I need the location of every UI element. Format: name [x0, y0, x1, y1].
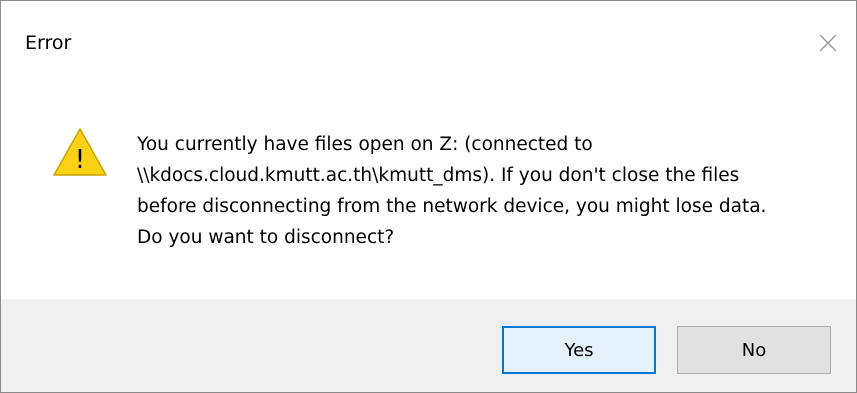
- warning-glyph: !: [75, 145, 85, 175]
- dialog-title: Error: [25, 32, 72, 54]
- yes-button[interactable]: Yes: [502, 326, 656, 374]
- warning-icon: !: [52, 127, 108, 177]
- close-icon: [819, 34, 837, 52]
- dialog-message: You currently have files open on Z: (con…: [137, 134, 767, 248]
- title-bar: Error: [1, 1, 856, 87]
- close-button[interactable]: [800, 19, 856, 67]
- dialog-content: ! You currently have files open on Z: (c…: [1, 87, 856, 299]
- error-dialog: Error ! You currently have files open on…: [0, 0, 857, 393]
- no-button[interactable]: No: [677, 326, 831, 374]
- button-bar: Yes No: [1, 299, 856, 392]
